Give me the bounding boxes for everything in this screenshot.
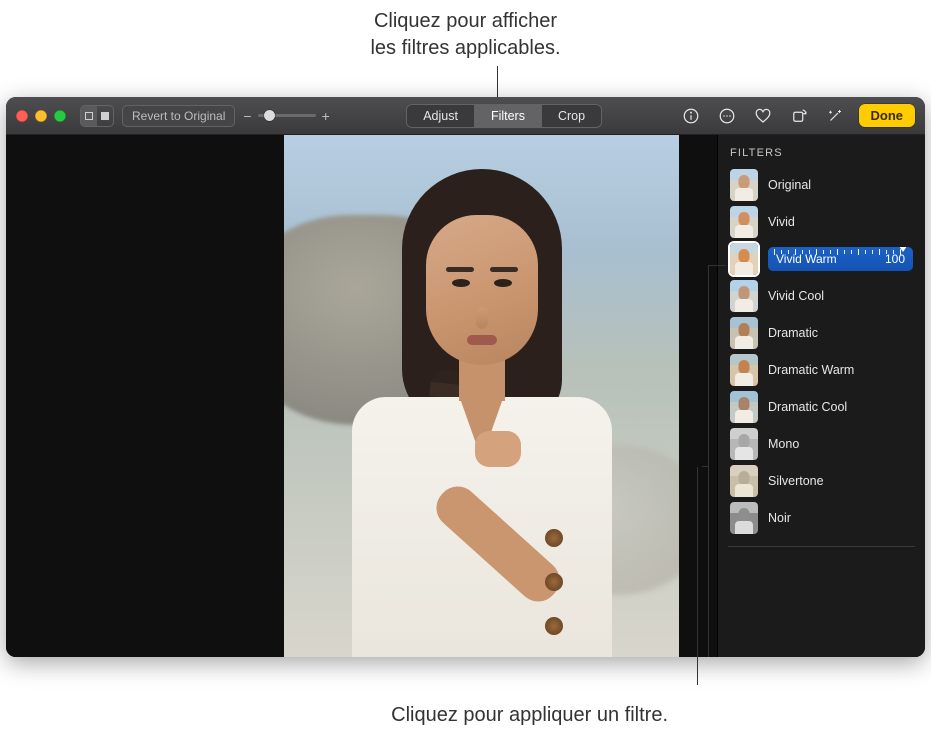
zoom-slider[interactable]: − + [243,108,329,124]
filter-label: Dramatic Cool [768,400,847,414]
photos-edit-window: Revert to Original − + Adjust Filters Cr… [6,97,925,657]
filter-item-dramatic[interactable]: Dramatic [726,315,917,351]
filter-thumb [730,502,758,534]
filter-thumb [730,317,758,349]
callout-filters-tab: Cliquez pour afficher les filtres applic… [0,8,931,62]
filter-label: Silvertone [768,474,824,488]
done-button[interactable]: Done [859,104,916,127]
favorite-heart-icon[interactable] [751,105,775,127]
auto-enhance-icon[interactable] [823,105,847,127]
filter-label: Mono [768,437,799,451]
filter-item-dramatic-warm[interactable]: Dramatic Warm [726,352,917,388]
filter-thumb [730,280,758,312]
panel-divider [728,546,915,547]
filter-thumb [730,169,758,201]
filter-item-vivid[interactable]: Vivid [726,204,917,240]
tab-crop[interactable]: Crop [542,105,601,127]
edit-mode-segmented-control: Adjust Filters Crop [406,104,602,128]
editor-body: FILTERS Original Vivid Vivid Warm [6,135,925,657]
callout-text: les filtres applicables. [370,37,560,59]
window-toolbar: Revert to Original − + Adjust Filters Cr… [6,97,925,135]
photo-canvas[interactable] [6,135,717,657]
toolbar-right-icons: Done [679,104,916,127]
filter-thumb [730,243,758,275]
filter-item-vivid-cool[interactable]: Vivid Cool [726,278,917,314]
zoom-track [258,114,316,117]
close-window-button[interactable] [16,110,28,122]
filter-intensity-slider[interactable]: Vivid Warm 100 [768,247,913,271]
info-icon[interactable] [679,105,703,127]
revert-to-original-button[interactable]: Revert to Original [122,105,235,127]
callout-apply-filter: Cliquez pour appliquer un filtre. [0,704,668,727]
minimize-window-button[interactable] [35,110,47,122]
callout-text: Cliquez pour afficher [374,10,557,32]
more-icon[interactable] [715,105,739,127]
callout-bracket [708,265,726,657]
filter-label: Original [768,178,811,192]
photo-preview [284,135,679,657]
window-controls [16,110,66,122]
tab-adjust[interactable]: Adjust [407,105,475,127]
filter-item-mono[interactable]: Mono [726,426,917,462]
filter-item-original[interactable]: Original [726,167,917,203]
callout-leader-line [697,467,698,685]
filter-thumb [730,206,758,238]
filter-thumb [730,391,758,423]
filter-label: Noir [768,511,791,525]
zoom-in-icon: + [322,108,330,124]
filter-label: Dramatic Warm [768,363,854,377]
fullscreen-window-button[interactable] [54,110,66,122]
filter-item-dramatic-cool[interactable]: Dramatic Cool [726,389,917,425]
callout-text: Cliquez pour appliquer un filtre. [391,704,668,726]
filter-intensity-value: 100 [885,252,905,266]
filter-thumb [730,354,758,386]
callout-bracket-stem [702,466,708,467]
filter-item-vivid-warm[interactable]: Vivid Warm 100 [726,241,917,277]
filter-list: Original Vivid Vivid Warm 100 [726,167,917,536]
zoom-out-icon: − [243,108,251,124]
filter-label: Vivid [768,215,795,229]
filter-label: Dramatic [768,326,818,340]
filters-panel-title: FILTERS [730,147,917,159]
filter-label: Vivid Warm [776,252,837,266]
zoom-knob[interactable] [264,110,275,121]
filter-item-silvertone[interactable]: Silvertone [726,463,917,499]
tab-filters[interactable]: Filters [475,105,542,127]
filter-label: Vivid Cool [768,289,824,303]
filter-item-noir[interactable]: Noir [726,500,917,536]
filter-thumb [730,465,758,497]
filters-panel: FILTERS Original Vivid Vivid Warm [717,135,925,657]
callout-leader-line [497,66,498,101]
thumbnail-view-icon [81,106,97,126]
view-layout-toggle[interactable] [80,105,114,127]
filter-thumb [730,428,758,460]
rotate-icon[interactable] [787,105,811,127]
single-view-icon [97,106,113,126]
